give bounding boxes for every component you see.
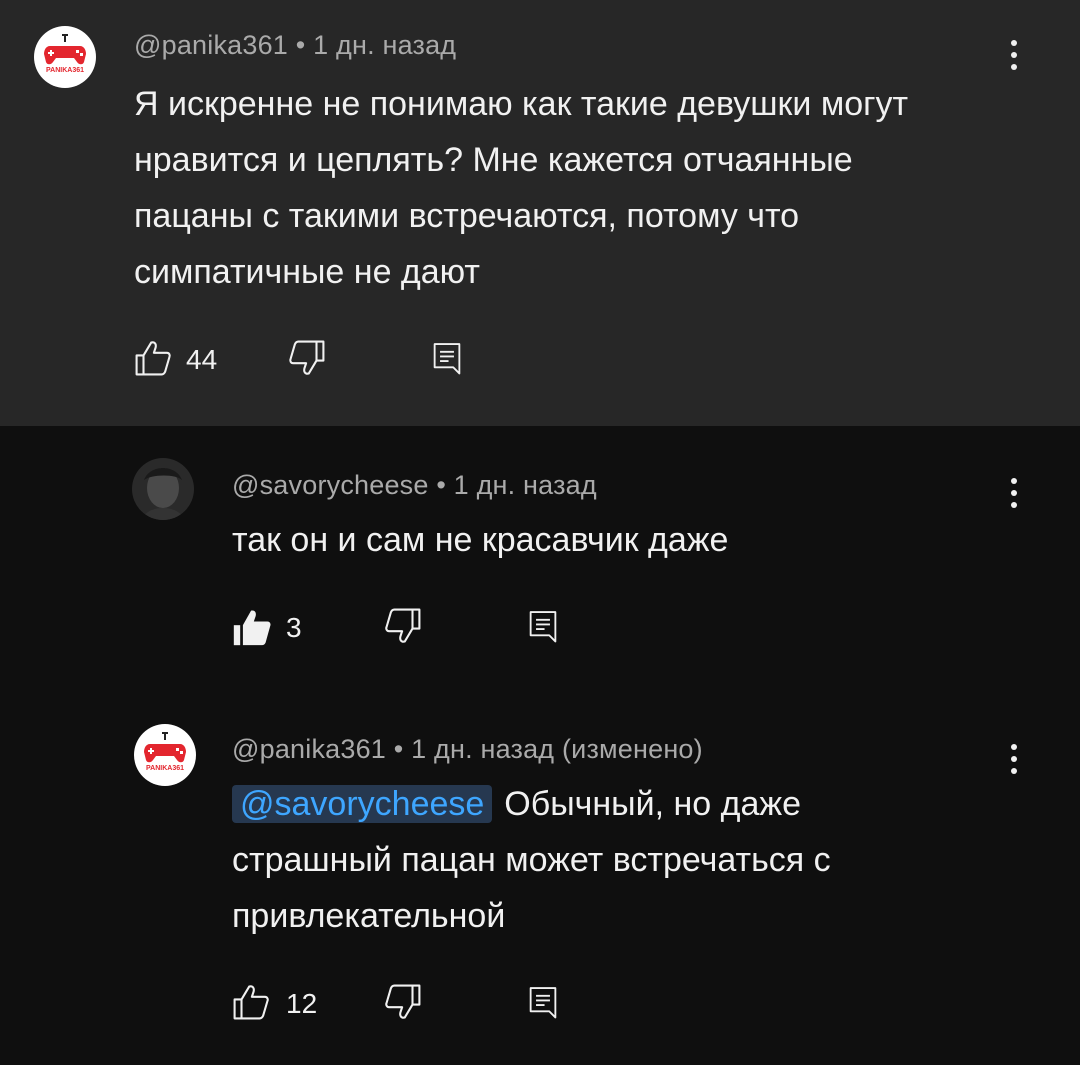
comment-thread-parent: PANIKA361 @panika361 • 1 дн. назад Я иск… [0, 0, 1080, 426]
comment-text: Я искренне не понимаю как такие девушки … [134, 85, 909, 291]
avatar[interactable] [132, 458, 194, 520]
comment-text: так он и сам не красавчик даже [232, 521, 729, 559]
reply-icon[interactable] [526, 982, 560, 1022]
like-filled-icon[interactable] [232, 606, 272, 648]
more-options-icon[interactable] [1009, 744, 1019, 784]
comment-author[interactable]: @savorycheese [232, 470, 429, 500]
like-count: 44 [186, 344, 218, 375]
comment-reply: @savorycheese • 1 дн. назад так он и сам… [0, 426, 1080, 696]
meta-separator: • [436, 470, 446, 500]
avatar[interactable]: PANIKA361 [134, 724, 196, 786]
meta-separator: • [393, 734, 404, 764]
comment-actions: 44 [134, 338, 534, 388]
comment-actions: 12 [232, 982, 632, 1032]
comment-meta: @savorycheese • 1 дн. назад [232, 470, 597, 501]
comment-actions: 3 [232, 606, 632, 656]
comment-reply: PANIKA361 @panika361 • 1 дн. назад (изме… [0, 696, 1080, 1065]
mention-link[interactable]: @savorycheese [232, 785, 493, 823]
comment-edited-label: (изменено) [561, 734, 703, 764]
like-icon[interactable] [134, 338, 172, 378]
meta-separator: • [295, 30, 306, 60]
comment-time: 1 дн. назад [453, 470, 597, 500]
like-count: 12 [286, 988, 318, 1019]
comment-meta: @panika361 • 1 дн. назад (изменено) [232, 734, 703, 765]
comment-text: @savorycheese Обычный, но даже страшный п… [232, 776, 952, 944]
comment-author[interactable]: @panika361 [232, 734, 386, 764]
avatar[interactable]: PANIKA361 [34, 26, 96, 88]
dislike-icon[interactable] [384, 982, 422, 1022]
reply-icon[interactable] [526, 606, 560, 646]
comment-time: 1 дн. назад [411, 734, 555, 764]
reply-icon[interactable] [430, 338, 464, 378]
comment-author[interactable]: @panika361 [134, 30, 288, 60]
dislike-icon[interactable] [288, 338, 326, 378]
more-options-icon[interactable] [1009, 40, 1019, 80]
like-icon[interactable] [232, 982, 270, 1022]
dislike-icon[interactable] [384, 606, 422, 646]
avatar-channel-label: PANIKA361 [146, 765, 184, 772]
avatar-channel-label: PANIKA361 [46, 67, 84, 74]
like-count: 3 [286, 612, 302, 643]
comment-time: 1 дн. назад [313, 30, 457, 60]
comment-meta: @panika361 • 1 дн. назад [134, 30, 456, 61]
